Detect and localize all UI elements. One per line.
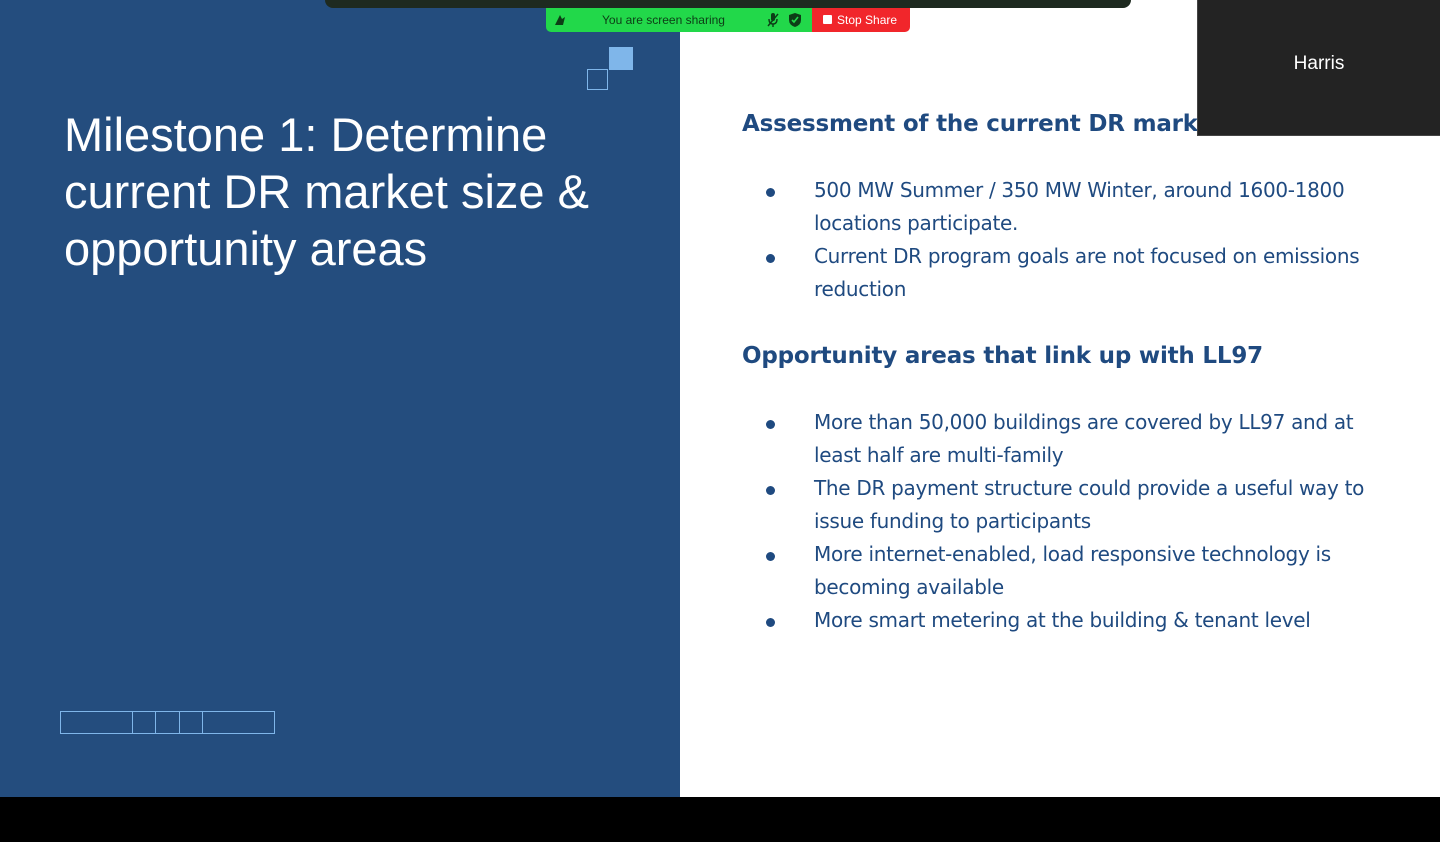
slide-content: Assessment of the current DR market: 500…	[742, 108, 1382, 637]
section-heading-opportunity: Opportunity areas that link up with LL97	[742, 343, 1263, 369]
bullet-text: 500 MW Summer / 350 MW Winter, around 16…	[814, 178, 1345, 235]
bullet-icon	[766, 420, 775, 429]
list-item: More than 50,000 buildings are covered b…	[742, 406, 1382, 472]
bullet-text: More than 50,000 buildings are covered b…	[814, 410, 1354, 467]
bullet-icon	[766, 618, 775, 627]
slide-title: Milestone 1: Determine current DR market…	[64, 108, 589, 275]
sharing-status-text: You are screen sharing	[602, 13, 725, 27]
list-item: Current DR program goals are not focused…	[742, 240, 1382, 306]
participant-video-tile[interactable]: Harris	[1198, 0, 1440, 135]
bullet-list-assessment: 500 MW Summer / 350 MW Winter, around 16…	[742, 174, 1382, 306]
decorative-square-filled	[609, 47, 633, 70]
decorative-square-outline	[587, 69, 608, 90]
stop-share-button[interactable]: Stop Share	[812, 8, 910, 32]
screen-share-view: Milestone 1: Determine current DR market…	[0, 0, 1440, 797]
bullet-icon	[766, 254, 775, 263]
stop-icon	[823, 15, 832, 24]
sharing-status[interactable]: You are screen sharing	[546, 8, 812, 32]
list-item: The DR payment structure could provide a…	[742, 472, 1382, 538]
decorative-bar-divider	[155, 712, 156, 733]
list-item: More internet-enabled, load responsive t…	[742, 538, 1382, 604]
decorative-bar-divider	[132, 712, 133, 733]
screen-sharing-bar: You are screen sharing Stop Share	[546, 8, 910, 32]
decorative-bar-divider	[179, 712, 180, 733]
meeting-controls-toolbar[interactable]	[325, 0, 1131, 8]
bullet-icon	[766, 552, 775, 561]
bullet-text: Current DR program goals are not focused…	[814, 244, 1360, 301]
list-item: More smart metering at the building & te…	[742, 604, 1382, 637]
mic-icon[interactable]	[766, 12, 780, 28]
bullet-text: More smart metering at the building & te…	[814, 608, 1311, 632]
bottom-letterbox	[0, 797, 1440, 842]
shield-icon[interactable]	[788, 12, 802, 28]
bullet-icon	[766, 486, 775, 495]
decorative-bar-divider	[202, 712, 203, 733]
bullet-list-opportunity: More than 50,000 buildings are covered b…	[742, 406, 1382, 637]
list-item: 500 MW Summer / 350 MW Winter, around 16…	[742, 174, 1382, 240]
bullet-text: More internet-enabled, load responsive t…	[814, 542, 1331, 599]
slide-left-panel: Milestone 1: Determine current DR market…	[0, 0, 680, 797]
participant-name: Harris	[1293, 53, 1345, 74]
bullet-icon	[766, 188, 775, 197]
bullet-text: The DR payment structure could provide a…	[814, 476, 1365, 533]
stop-share-label: Stop Share	[837, 13, 898, 27]
screen-share-icon	[555, 15, 565, 25]
decorative-bar	[60, 711, 275, 734]
